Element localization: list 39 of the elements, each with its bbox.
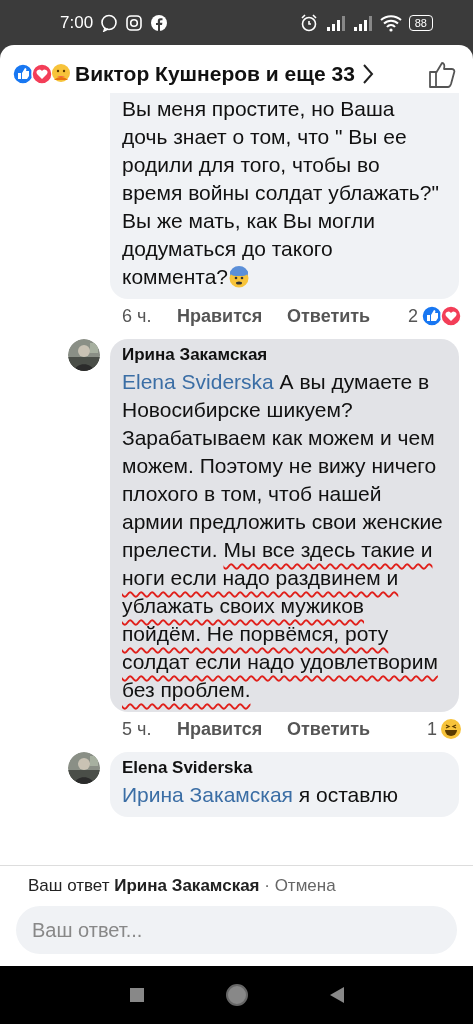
facebook-icon [150, 13, 169, 32]
viber-icon [100, 13, 119, 32]
reaction-count: 2 [408, 305, 418, 327]
comment-author[interactable]: Ирина Закамская [122, 345, 443, 365]
comment-text: Elena Sviderska А вы думаете в Новосибирске шикуем? Зарабатываем как можем и чем можем. Поэтому не вижу ничего плохого в том, чтоб нашей армии предложить свои женские прелести. Мы все здесь такие и ноги если надо раздвинем и ублажать своих мужиков пойдём. Не порвёмся, роту солдат если надо удовлетворим без проблем. [122, 369, 443, 703]
battery-level: 88 [408, 14, 433, 31]
comment-text: Ирина Закамская я оставлю [122, 782, 399, 808]
comment-time: 5 ч. [122, 718, 153, 740]
reply-input-field[interactable]: Ваш ответ... [16, 906, 457, 954]
reply-link[interactable]: Ответить [287, 305, 371, 327]
instagram-icon [125, 13, 144, 32]
comment-text: Вы меня простите, но Ваша дочь знает о том, что " Вы ее родили для того, чтобы во время войны солдат ублажать?" Вы же мать, как Вы могли додуматься до такого коммента? [122, 96, 440, 290]
hug-emoji-icon [50, 63, 72, 85]
reaction-count: 1 [427, 718, 437, 740]
like-link[interactable]: Нравится [177, 718, 287, 740]
wifi-icon [379, 13, 402, 32]
chevron-right-icon[interactable] [360, 63, 375, 85]
home-icon[interactable] [224, 983, 249, 1007]
like-link[interactable]: Нравится [177, 305, 287, 327]
reply-link[interactable]: Ответить [287, 718, 371, 740]
mention-link[interactable]: Ирина Закамская [122, 783, 293, 806]
signal-icon [325, 14, 346, 31]
signal-icon [352, 14, 373, 31]
like-reaction-icon [421, 305, 443, 327]
like-reaction-icon [12, 63, 34, 85]
like-icon[interactable] [427, 59, 457, 89]
status-time: 7:00 [60, 12, 94, 33]
anxious-face-icon [228, 266, 250, 288]
reactors-link[interactable]: Виктор Кушнеров и еще 33 [75, 62, 355, 86]
back-icon[interactable] [328, 986, 345, 1004]
mention-link[interactable]: Elena Sviderska [122, 370, 274, 393]
comment-author[interactable]: Elena Sviderska [122, 758, 443, 778]
laughing-emoji-icon [440, 718, 462, 740]
heart-reaction-icon [440, 305, 462, 327]
cancel-link[interactable]: · Отмена [259, 876, 336, 895]
recent-apps-icon[interactable] [128, 987, 145, 1003]
comment-time: 6 ч. [122, 305, 153, 327]
heart-reaction-icon [31, 63, 53, 85]
reply-target-text: Ваш ответ Ирина Закамская [28, 876, 260, 895]
